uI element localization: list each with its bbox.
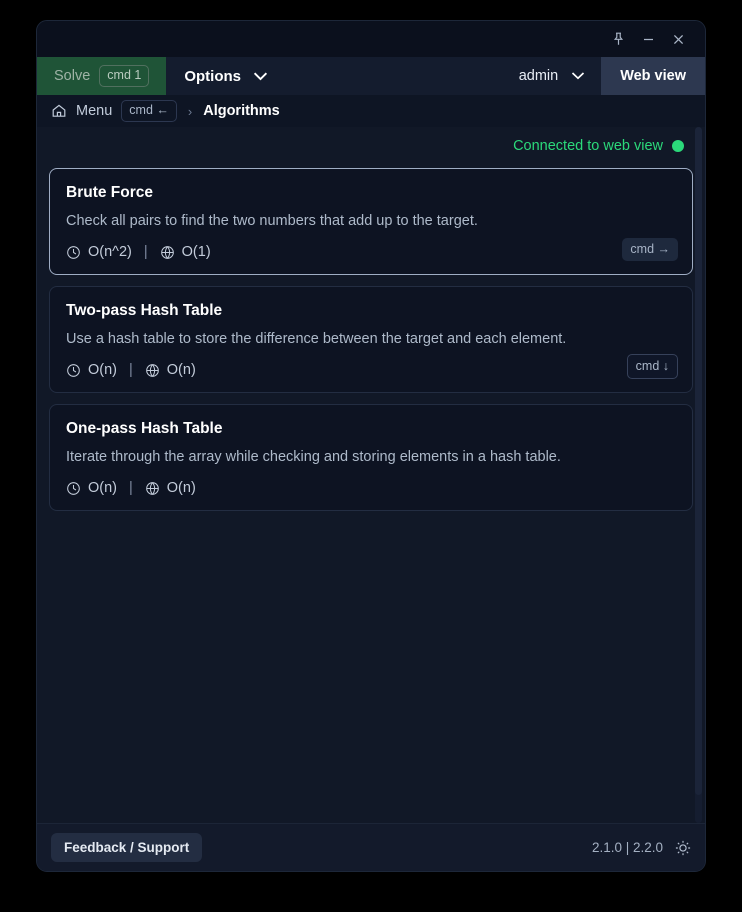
globe-icon xyxy=(145,363,160,378)
time-complexity-value: O(n^2) xyxy=(88,244,132,260)
card-title: One-pass Hash Table xyxy=(66,420,223,437)
brightness-icon[interactable] xyxy=(675,840,691,856)
main-content: Connected to web view Brute Force Check … xyxy=(37,127,705,823)
account-label: admin xyxy=(518,68,559,84)
pin-icon[interactable] xyxy=(603,26,633,52)
card-title: Two-pass Hash Table xyxy=(66,302,223,319)
app-window: Solve cmd 1 Options admin Web view Menu … xyxy=(36,20,706,872)
minimize-icon[interactable] xyxy=(633,26,663,52)
chevron-down-icon xyxy=(571,68,585,84)
breadcrumb-menu-shortcut-badge: cmd ← xyxy=(121,100,177,122)
version-label: 2.1.0 | 2.2.0 xyxy=(591,840,663,855)
breadcrumb-menu-link[interactable]: Menu xyxy=(76,103,112,119)
algorithm-card[interactable]: Two-pass Hash Table Use a hash table to … xyxy=(49,286,693,393)
feedback-support-label: Feedback / Support xyxy=(64,840,190,855)
clock-icon xyxy=(66,245,81,260)
algorithm-card[interactable]: One-pass Hash Table Iterate through the … xyxy=(49,404,693,511)
breadcrumb: Menu cmd ← › Algorithms xyxy=(37,95,705,127)
scrollbar-thumb[interactable] xyxy=(695,127,702,795)
card-description: Iterate through the array while checking… xyxy=(66,449,561,465)
toolbar: Solve cmd 1 Options admin Web view xyxy=(37,57,705,95)
options-label: Options xyxy=(184,67,241,85)
complexity-separator: | xyxy=(143,244,148,260)
chevron-down-icon xyxy=(253,68,268,85)
account-menu-button[interactable]: admin xyxy=(503,57,602,95)
space-complexity-value: O(n) xyxy=(166,480,196,496)
complexity-separator: | xyxy=(129,480,133,496)
card-complexity-row: O(n^2) | O(1) xyxy=(66,244,676,260)
globe-icon xyxy=(145,481,160,496)
breadcrumb-current-page: Algorithms xyxy=(203,103,280,119)
web-view-tab-label: Web view xyxy=(620,68,686,84)
card-shortcut-badge: cmd → xyxy=(622,237,678,261)
card-complexity-row: O(n) | O(n) xyxy=(66,362,676,378)
card-shortcut-badge: cmd ↓ xyxy=(626,353,678,379)
tab-web-view[interactable]: Web view xyxy=(601,57,705,95)
solve-button[interactable]: Solve cmd 1 xyxy=(37,57,167,95)
space-complexity-value: O(1) xyxy=(181,244,211,260)
feedback-support-button[interactable]: Feedback / Support xyxy=(51,833,203,862)
footer-right-group: 2.1.0 | 2.2.0 xyxy=(592,840,691,856)
time-complexity-value: O(n) xyxy=(88,480,117,496)
globe-icon xyxy=(160,245,175,260)
algorithm-card[interactable]: Brute Force Check all pairs to find the … xyxy=(49,168,693,275)
card-title: Brute Force xyxy=(66,184,153,201)
solve-label: Solve xyxy=(54,68,91,84)
time-complexity-value: O(n) xyxy=(88,362,117,378)
complexity-separator: | xyxy=(129,362,133,378)
clock-icon xyxy=(66,363,81,378)
algorithm-card-list: Brute Force Check all pairs to find the … xyxy=(37,163,705,511)
clock-icon xyxy=(66,481,81,496)
title-bar xyxy=(37,21,705,57)
close-icon[interactable] xyxy=(663,26,693,52)
footer: Feedback / Support 2.1.0 | 2.2.0 xyxy=(37,823,705,871)
space-complexity-value: O(n) xyxy=(166,362,196,378)
breadcrumb-separator: › xyxy=(187,103,193,119)
options-menu-button[interactable]: Options xyxy=(166,57,286,95)
connection-status-label: Connected to web view xyxy=(513,138,663,154)
card-description: Use a hash table to store the difference… xyxy=(66,331,567,347)
vertical-scrollbar[interactable] xyxy=(695,127,702,823)
connection-status: Connected to web view xyxy=(37,127,705,163)
status-indicator-dot xyxy=(672,140,684,152)
solve-shortcut-badge: cmd 1 xyxy=(99,65,150,87)
card-description: Check all pairs to find the two numbers … xyxy=(66,213,478,229)
home-icon[interactable] xyxy=(51,103,67,119)
card-complexity-row: O(n) | O(n) xyxy=(66,480,676,496)
